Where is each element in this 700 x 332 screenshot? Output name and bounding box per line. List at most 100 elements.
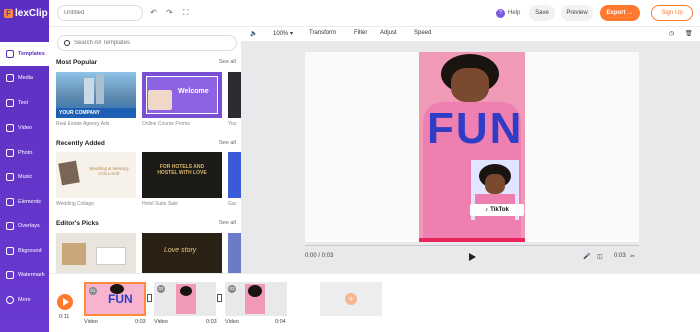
- sidebar-item-media[interactable]: Media: [0, 66, 49, 90]
- sidebar-item-label: Music: [18, 174, 33, 180]
- template-caption: Real Estate Agency Ads: [56, 121, 110, 127]
- trash-icon[interactable]: 🗑: [685, 30, 693, 37]
- editor-toolbar: 🔈 100% ▾ Transform Filter Adjust Speed ◷…: [241, 27, 700, 42]
- template-caption: Online Course Promo: [142, 121, 191, 127]
- see-all-link[interactable]: See all: [219, 59, 236, 65]
- template-thumbnail[interactable]: [228, 72, 241, 118]
- tiktok-label: TikTok: [490, 207, 509, 213]
- scissors-icon[interactable]: ✂: [630, 253, 635, 260]
- thumbnail-text: FOR HOTELS AND HOSTEL WITH LOVE: [157, 164, 207, 176]
- save-button[interactable]: Save: [529, 5, 555, 21]
- split-icon[interactable]: ◫: [597, 253, 603, 260]
- microphone-icon[interactable]: 🎤: [583, 253, 590, 260]
- see-all-link[interactable]: See all: [219, 140, 236, 146]
- sidebar-item-templates[interactable]: Templates: [0, 42, 49, 66]
- sidebar-item-video[interactable]: Video: [0, 116, 49, 140]
- transform-button[interactable]: Transform: [309, 30, 336, 36]
- template-thumbnail[interactable]: YOUR COMPANY: [56, 72, 136, 118]
- transition-marker[interactable]: [147, 294, 152, 302]
- overlays-icon: [6, 222, 14, 230]
- template-thumbnail[interactable]: Wedding & Memory COLLAGE: [56, 152, 136, 198]
- export-button[interactable]: Export →: [600, 5, 640, 21]
- transition-marker[interactable]: [217, 294, 222, 302]
- sidebar-item-elements[interactable]: Elements: [0, 190, 49, 214]
- sidebar-item-label: Text: [18, 100, 29, 106]
- timeline: 0:11 01 FUN Video 0:03 02 Video 0:03 03 …: [49, 273, 700, 332]
- timeline-clip[interactable]: 03: [225, 282, 287, 316]
- help-label: Help: [508, 10, 521, 16]
- zoom-select[interactable]: 100% ▾: [273, 30, 293, 37]
- video-icon: [6, 124, 14, 132]
- clip-label: Video: [225, 319, 239, 325]
- template-thumbnail[interactable]: Love story: [142, 233, 222, 273]
- sidebar-item-watermark[interactable]: Watermark: [0, 263, 49, 287]
- section-title: Editor's Picks: [56, 220, 99, 227]
- template-caption: Wedding Collage: [56, 201, 94, 207]
- clip-label: Video: [84, 319, 98, 325]
- sidebar-item-overlays[interactable]: Overlays: [0, 214, 49, 238]
- help-button[interactable]: ? Help: [490, 5, 526, 21]
- sidebar-item-label: Media: [18, 75, 33, 81]
- arrow-right-icon: →: [627, 10, 634, 16]
- sidebar-item-text[interactable]: Text: [0, 91, 49, 115]
- preview-button[interactable]: Preview: [561, 5, 593, 21]
- timeline-play-button[interactable]: [57, 294, 73, 310]
- video-progress-bar: [419, 238, 525, 242]
- tiktok-badge[interactable]: ♪ TikTok: [470, 204, 524, 216]
- sidebar-item-label: Templates: [18, 51, 45, 57]
- timeline-clip[interactable]: 02: [154, 282, 216, 316]
- sidebar-item-bkground[interactable]: Bkground: [0, 239, 49, 263]
- sidebar-item-label: More: [18, 297, 31, 303]
- app-logo[interactable]: F lexClip: [4, 8, 48, 19]
- sidebar-item-more[interactable]: More: [0, 288, 49, 312]
- sidebar-item-label: Elements: [18, 199, 41, 205]
- seek-bar[interactable]: [305, 245, 639, 246]
- clip-label: Video: [154, 319, 168, 325]
- fullscreen-icon[interactable]: ⛶: [181, 8, 190, 17]
- clip-number: 03: [228, 285, 236, 293]
- time-current: 0:00 / 0:03: [305, 253, 334, 259]
- elements-icon: [6, 198, 14, 206]
- clip-thumb-text: FUN: [108, 292, 133, 306]
- chevron-down-icon: ▾: [290, 31, 294, 37]
- signup-button[interactable]: Sign Up: [651, 5, 693, 21]
- canvas-frame: FUN ♪ TikTok: [305, 52, 639, 242]
- text-icon: [6, 99, 14, 107]
- clip-duration: 0:03: [206, 319, 217, 325]
- undo-icon[interactable]: ↶: [149, 8, 158, 17]
- music-icon: [6, 173, 14, 181]
- sidebar-item-photo[interactable]: Photo: [0, 141, 49, 165]
- template-thumbnail[interactable]: [228, 152, 241, 198]
- thumbnail-text: Love story: [164, 247, 197, 254]
- project-title-input[interactable]: [57, 5, 143, 21]
- template-thumbnail[interactable]: [56, 233, 136, 273]
- add-clip-button[interactable]: +: [320, 282, 382, 316]
- template-thumbnail[interactable]: Welcome: [142, 72, 222, 118]
- section-title: Recently Added: [56, 140, 105, 147]
- volume-icon[interactable]: 🔈: [250, 30, 257, 37]
- sidebar-item-label: Photo: [18, 150, 33, 156]
- sidebar-item-music[interactable]: Music: [0, 165, 49, 189]
- speed-button[interactable]: Speed: [414, 30, 431, 36]
- redo-icon[interactable]: ↷: [165, 8, 174, 17]
- clip-duration: 0:03: [135, 319, 146, 325]
- video-preview[interactable]: FUN ♪ TikTok: [419, 52, 525, 242]
- filter-button[interactable]: Filter: [354, 30, 367, 36]
- adjust-button[interactable]: Adjust: [380, 30, 397, 36]
- search-input[interactable]: [74, 40, 224, 46]
- sidebar-item-label: Overlays: [18, 223, 40, 229]
- logo-mark: F: [4, 9, 13, 18]
- timeline-clip[interactable]: 01 FUN: [84, 282, 146, 316]
- export-label: Export: [606, 10, 626, 16]
- clock-icon[interactable]: ◷: [669, 30, 674, 37]
- template-thumbnail[interactable]: FOR HOTELS AND HOSTEL WITH LOVE: [142, 152, 222, 198]
- see-all-link[interactable]: See all: [219, 220, 236, 226]
- template-thumbnail[interactable]: [228, 233, 241, 273]
- templates-panel: Most Popular See all YOUR COMPANY Welcom…: [49, 27, 241, 273]
- play-icon[interactable]: [469, 253, 476, 261]
- template-search[interactable]: [57, 35, 237, 51]
- templates-icon: [6, 50, 14, 58]
- watermark-icon: [6, 271, 14, 279]
- headline-text[interactable]: FUN: [427, 104, 523, 154]
- clip-number: 01: [89, 287, 97, 295]
